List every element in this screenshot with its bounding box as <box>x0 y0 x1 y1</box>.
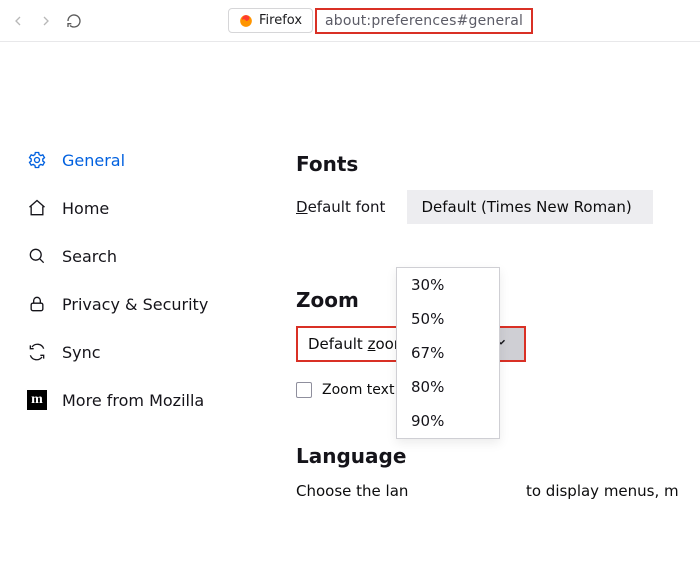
reload-button[interactable] <box>60 7 88 35</box>
main-area: General Home Search Privacy & Security S <box>0 42 700 561</box>
default-font-value: Default (Times New Roman) <box>421 198 631 216</box>
page-identity[interactable]: Firefox <box>228 8 313 33</box>
sidebar-item-sync[interactable]: Sync <box>22 332 260 372</box>
firefox-logo-icon <box>239 14 253 28</box>
toolbar: Firefox about:preferences#general <box>0 0 700 42</box>
forward-button[interactable] <box>32 7 60 35</box>
zoom-option[interactable]: 30% <box>397 268 499 302</box>
default-font-row: Default font Default (Times New Roman) <box>296 190 700 224</box>
sidebar-item-label: Home <box>62 199 109 218</box>
mozilla-icon: m <box>26 389 48 411</box>
sidebar-item-general[interactable]: General <box>22 140 260 180</box>
default-zoom-dropdown[interactable]: 30% 50% 67% 80% 90% <box>396 267 500 439</box>
default-font-label: Default font <box>296 198 385 216</box>
sidebar-item-label: General <box>62 151 125 170</box>
sidebar-item-home[interactable]: Home <box>22 188 260 228</box>
address-bar-group: Firefox about:preferences#general <box>228 8 533 34</box>
zoom-text-only-label: Zoom text o <box>322 382 407 398</box>
gear-icon <box>26 149 48 171</box>
zoom-option[interactable]: 50% <box>397 302 499 336</box>
language-description: Choose the lan to display menus, m <box>296 482 700 500</box>
sidebar-item-label: Search <box>62 247 117 266</box>
home-icon <box>26 197 48 219</box>
sidebar: General Home Search Privacy & Security S <box>0 42 260 561</box>
sidebar-item-more-from-mozilla[interactable]: m More from Mozilla <box>22 380 260 420</box>
sidebar-item-search[interactable]: Search <box>22 236 260 276</box>
sidebar-item-label: Privacy & Security <box>62 295 208 314</box>
sidebar-item-label: Sync <box>62 343 101 362</box>
zoom-text-only-checkbox[interactable] <box>296 382 312 398</box>
zoom-option[interactable]: 90% <box>397 404 499 438</box>
lock-icon <box>26 293 48 315</box>
zoom-option[interactable]: 80% <box>397 370 499 404</box>
settings-content: Fonts Default font Default (Times New Ro… <box>260 42 700 561</box>
url-text: about:preferences#general <box>325 13 523 29</box>
page-identity-label: Firefox <box>259 13 302 28</box>
fonts-section-title: Fonts <box>296 152 700 176</box>
zoom-option[interactable]: 67% <box>397 336 499 370</box>
url-bar[interactable]: about:preferences#general <box>315 8 533 34</box>
sidebar-item-privacy[interactable]: Privacy & Security <box>22 284 260 324</box>
back-button[interactable] <box>4 7 32 35</box>
search-icon <box>26 245 48 267</box>
default-font-select[interactable]: Default (Times New Roman) <box>407 190 653 224</box>
sync-icon <box>26 341 48 363</box>
language-section-title: Language <box>296 444 700 468</box>
sidebar-item-label: More from Mozilla <box>62 391 204 410</box>
